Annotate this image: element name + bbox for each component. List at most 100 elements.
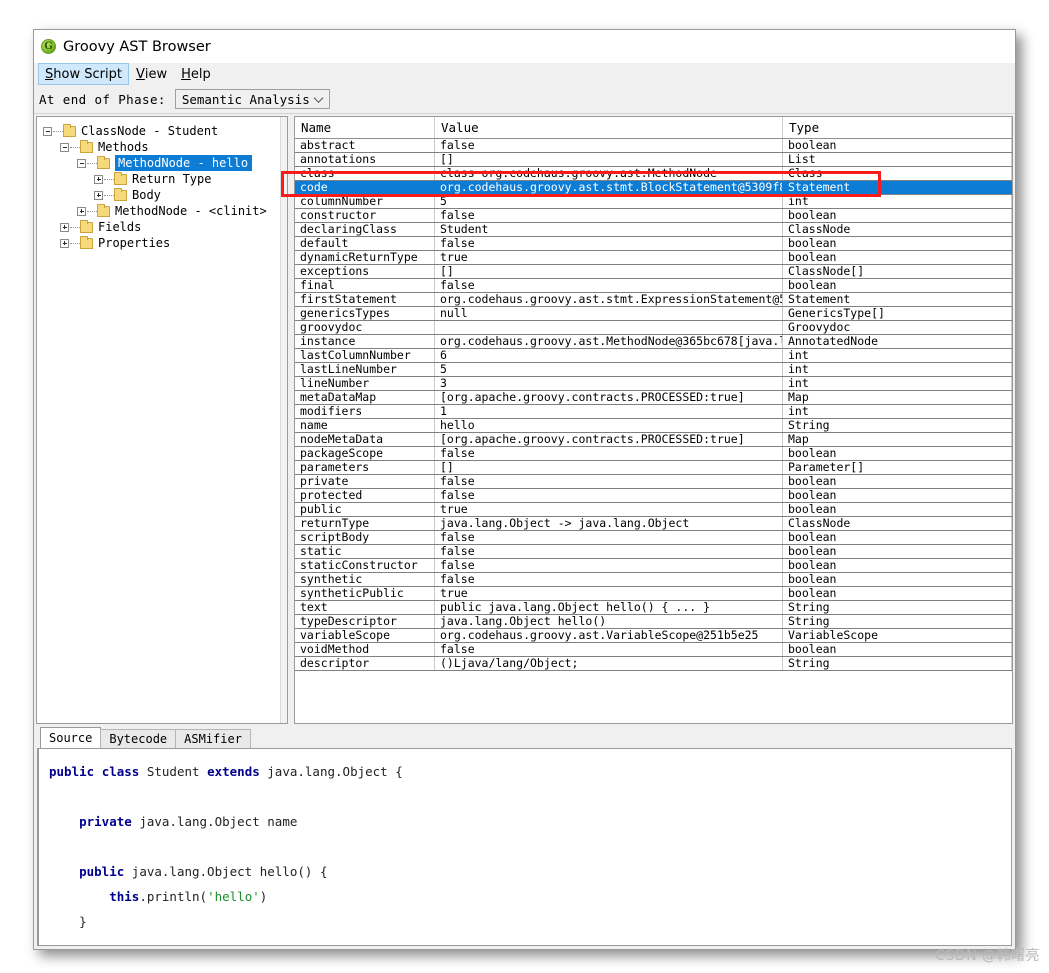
cell-value: ()Ljava/lang/Object; [435,657,783,670]
menu-help-label: elp [190,67,211,82]
table-row[interactable]: name hello String [295,419,1012,433]
table-row[interactable]: packageScope false boolean [295,447,1012,461]
collapse-minus-icon[interactable] [77,158,86,168]
expand-plus-icon[interactable] [60,222,69,232]
menu-help[interactable]: Help [174,63,218,85]
table-row[interactable]: lineNumber 3 int [295,377,1012,391]
table-row[interactable]: text public java.lang.Object hello() { ..… [295,601,1012,615]
table-row[interactable]: synthetic false boolean [295,573,1012,587]
tree-node[interactable]: MethodNode - hello [43,155,287,171]
source-text: java.lang.Object { [267,764,403,779]
tree-connector [104,178,114,180]
cell-name: packageScope [295,447,435,460]
table-row[interactable]: groovydoc Groovydoc [295,321,1012,335]
table-row[interactable]: abstract false boolean [295,139,1012,153]
table-row[interactable]: default false boolean [295,237,1012,251]
table-row[interactable]: variableScope org.codehaus.groovy.ast.Var… [295,629,1012,643]
table-row[interactable]: code org.codehaus.groovy.ast.stmt.BlockSt… [295,181,1012,195]
collapse-minus-icon[interactable] [60,142,69,152]
table-row[interactable]: voidMethod false boolean [295,643,1012,657]
tree-node-label: ClassNode - Student [81,124,219,138]
expand-plus-icon[interactable] [60,238,69,248]
cell-type: Class [783,167,1012,180]
cell-value: null [435,307,783,320]
table-row[interactable]: returnType java.lang.Object -> java.lang.… [295,517,1012,531]
table-row[interactable]: constructor false boolean [295,209,1012,223]
table-row[interactable]: scriptBody false boolean [295,531,1012,545]
ast-tree-panel[interactable]: ClassNode - Student Methods MethodNode - h… [36,116,288,724]
cell-name: dynamicReturnType [295,251,435,264]
table-row[interactable]: lastLineNumber 5 int [295,363,1012,377]
cell-value: false [435,531,783,544]
table-row[interactable]: metaDataMap [org.apache.groovy.contracts.… [295,391,1012,405]
tree-node[interactable]: ClassNode - Student [43,123,287,139]
cell-type: boolean [783,643,1012,656]
table-row[interactable]: parameters[] Parameter[] [295,461,1012,475]
cell-value: [org.apache.groovy.contracts.PROCESSED:t… [435,433,783,446]
cell-value: class org.codehaus.groovy.ast.MethodNode [435,167,783,180]
source-line: } [49,909,1011,934]
source-code-view[interactable]: public class Student extends java.lang.O… [37,748,1012,946]
tree-node[interactable]: Fields [43,219,287,235]
table-row[interactable]: lastColumnNumber 6 int [295,349,1012,363]
tab-asmifier[interactable]: ASMifier [175,729,251,748]
watermark: CSDN @韩曙亮 [935,948,1040,964]
cell-name: default [295,237,435,250]
table-row[interactable]: final false boolean [295,279,1012,293]
tree-connector [87,210,97,212]
cell-type: Statement [783,181,1012,194]
table-row[interactable]: genericsTypes null GenericsType[] [295,307,1012,321]
cell-value: true [435,251,783,264]
table-row[interactable]: public true boolean [295,503,1012,517]
table-row[interactable]: typeDescriptor java.lang.Object hello() St… [295,615,1012,629]
menu-show-script[interactable]: Show Script [38,63,129,85]
menu-view[interactable]: View [129,63,174,85]
tab-bytecode[interactable]: Bytecode [100,729,177,748]
table-row[interactable]: exceptions[] ClassNode[] [295,265,1012,279]
tree-vertical-scrollbar[interactable] [280,117,287,723]
table-row[interactable]: firstStatement org.codehaus.groovy.ast.st… [295,293,1012,307]
expand-plus-icon[interactable] [94,190,103,200]
cell-type: boolean [783,237,1012,250]
table-row[interactable]: static false boolean [295,545,1012,559]
tree-node[interactable]: Properties [43,235,287,251]
tree-node[interactable]: Body [43,187,287,203]
tree-node[interactable]: Return Type [43,171,287,187]
cell-name: voidMethod [295,643,435,656]
source-keyword: extends [207,764,268,779]
table-row[interactable]: nodeMetaData [org.apache.groovy.contracts… [295,433,1012,447]
table-row[interactable]: private false boolean [295,475,1012,489]
cell-type: Groovydoc [783,321,1012,334]
tree-node[interactable]: MethodNode - <clinit> [43,203,287,219]
table-row[interactable]: class class org.codehaus.groovy.ast.Metho… [295,167,1012,181]
column-header-type[interactable]: Type [783,117,1012,138]
column-header-name[interactable]: Name [295,117,435,138]
column-header-value[interactable]: Value [435,117,783,138]
tree-node[interactable]: Methods [43,139,287,155]
cell-name: staticConstructor [295,559,435,572]
phase-select[interactable]: Semantic Analysis [174,89,330,109]
properties-table-panel[interactable]: Name Value Type abstract false boolean anno… [294,116,1013,724]
table-row[interactable]: annotations[] List [295,153,1012,167]
table-row[interactable]: declaringClass Student ClassNode [295,223,1012,237]
source-text: Student [146,764,208,779]
tree-connector [70,146,80,148]
cell-value: false [435,237,783,250]
table-row[interactable]: dynamicReturnType true boolean [295,251,1012,265]
source-line [49,784,1011,809]
cell-name: exceptions [295,265,435,278]
table-row[interactable]: protected false boolean [295,489,1012,503]
cell-value: [] [435,265,783,278]
cell-value: org.codehaus.groovy.ast.stmt.ExpressionS… [435,293,783,306]
table-row[interactable]: instance org.codehaus.groovy.ast.MethodNo… [295,335,1012,349]
table-row[interactable]: syntheticPublic true boolean [295,587,1012,601]
tab-source[interactable]: Source [40,727,102,748]
table-row[interactable]: columnNumber 5 int [295,195,1012,209]
table-row[interactable]: modifiers 1 int [295,405,1012,419]
expand-plus-icon[interactable] [77,206,86,216]
table-row[interactable]: descriptor ()Ljava/lang/Object; String [295,657,1012,671]
table-row[interactable]: staticConstructor false boolean [295,559,1012,573]
collapse-minus-icon[interactable] [43,126,52,136]
expand-plus-icon[interactable] [94,174,103,184]
cell-type: String [783,419,1012,432]
